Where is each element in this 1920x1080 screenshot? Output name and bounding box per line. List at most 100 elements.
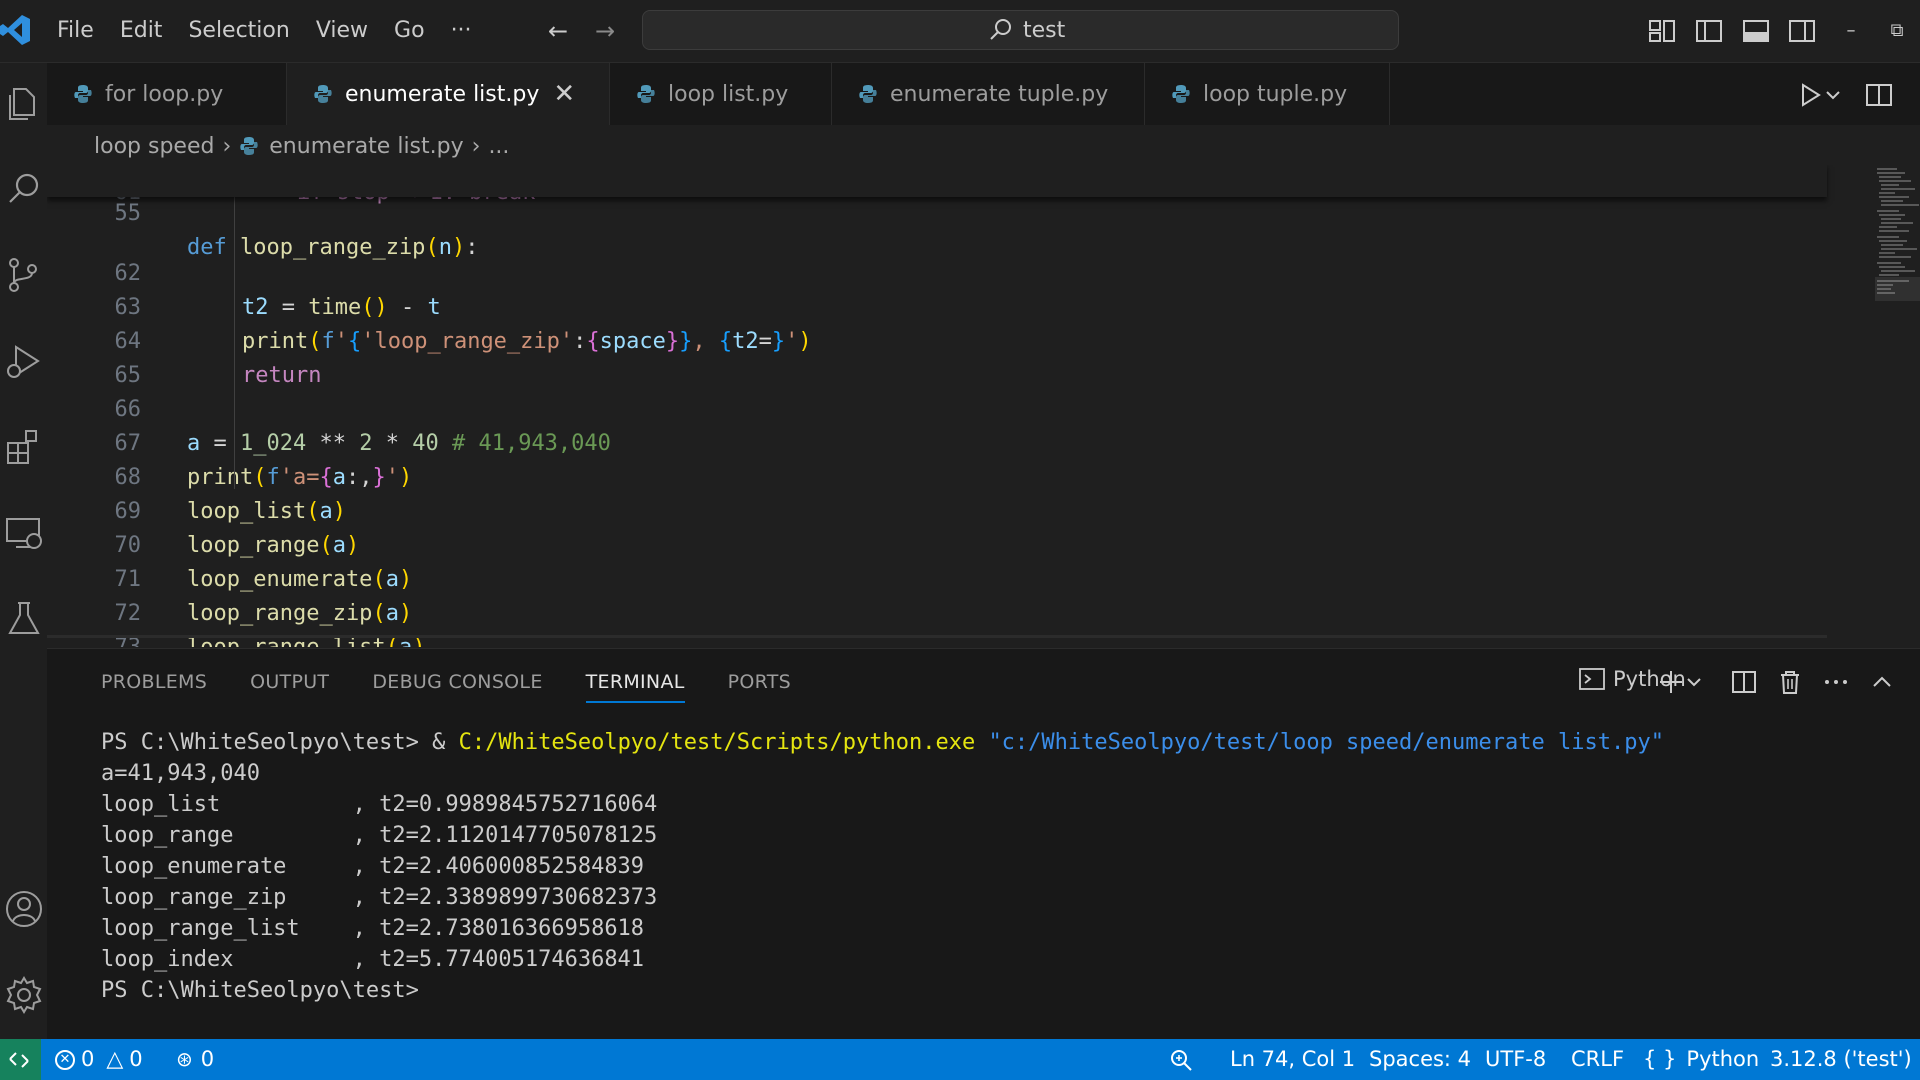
python-interpreter[interactable]: 3.12.8 ('test') (1770, 1039, 1912, 1080)
settings-gear-icon[interactable] (2, 973, 46, 1017)
encoding-status[interactable]: UTF-8 (1485, 1039, 1546, 1080)
source-control-icon[interactable] (2, 253, 46, 297)
python-file-icon (314, 85, 332, 103)
breadcrumb-file[interactable]: enumerate list.py (269, 134, 463, 159)
language-mode[interactable]: { } Python (1643, 1039, 1759, 1080)
tab-debug-console[interactable]: DEBUG CONSOLE (372, 667, 542, 703)
tab-terminal[interactable]: TERMINAL (585, 667, 685, 703)
minimap[interactable] (1875, 165, 1920, 325)
more-actions-icon[interactable] (1821, 667, 1851, 697)
toggle-primary-sidebar-icon[interactable] (1692, 14, 1726, 48)
menu-go[interactable]: Go (381, 0, 438, 62)
code-line: 65 (47, 325, 1827, 388)
cursor-position[interactable]: Ln 74, Col 1 (1230, 1039, 1355, 1080)
zoom-magnifier-icon (1171, 1049, 1192, 1071)
eol-status[interactable]: CRLF (1571, 1039, 1624, 1080)
activity-bar (0, 63, 47, 1039)
command-center-search[interactable]: test (642, 10, 1399, 50)
language-label: Python (1686, 1047, 1760, 1071)
menu-selection[interactable]: Selection (175, 0, 302, 62)
tab-loop-list[interactable]: loop list.py (610, 63, 832, 125)
extensions-icon[interactable] (2, 425, 46, 469)
customize-layout-icon[interactable] (1645, 14, 1679, 48)
toggle-panel-icon[interactable] (1739, 14, 1773, 48)
run-debug-icon[interactable] (2, 339, 46, 383)
indentation-status[interactable]: Spaces: 4 (1369, 1039, 1471, 1080)
remote-indicator[interactable] (0, 1039, 41, 1080)
toggle-secondary-sidebar-icon[interactable] (1785, 14, 1819, 48)
forwarded-ports-status[interactable]: ⊛ 0 (176, 1039, 214, 1080)
panel-tab-bar: PROBLEMS OUTPUT DEBUG CONSOLE TERMINAL P… (101, 667, 834, 707)
testing-icon[interactable] (2, 597, 46, 641)
sticky-scroll-line[interactable]: 55 def loop_range_zip(n): (47, 165, 1827, 260)
command-center-text: test (1023, 18, 1066, 43)
horizontal-scrollbar[interactable] (47, 635, 1827, 638)
tab-enumerate-list[interactable]: enumerate list.py ✕ (287, 63, 610, 125)
minimize-icon[interactable]: – (1836, 14, 1866, 48)
indent-guide (234, 179, 235, 489)
code-line: 68 loop_list(a) (47, 427, 1827, 524)
bottom-panel: PROBLEMS OUTPUT DEBUG CONSOLE TERMINAL P… (47, 648, 1920, 1039)
maximize-panel-chevron-up-icon[interactable] (1867, 667, 1897, 697)
terminal-line: loop_range_zip , t2=2.3389899730682373 (101, 885, 658, 910)
code-line: 66 a = 1_024 ** 2 * 40 # 41,943,040 (47, 359, 1827, 456)
trash-icon[interactable] (1775, 667, 1805, 697)
explorer-icon[interactable] (2, 81, 46, 125)
warning-count: 0 (129, 1047, 143, 1071)
split-terminal-icon[interactable] (1729, 667, 1759, 697)
zoom-icon[interactable] (1168, 1039, 1204, 1080)
status-bar: ✕ 0 △ 0 ⊛ 0 Ln 74, Col 1 Spaces: 4 UTF-8… (0, 1039, 1920, 1080)
vscode-logo-icon (0, 15, 30, 45)
tab-label: loop tuple.py (1203, 81, 1348, 107)
breadcrumb-more[interactable]: ... (488, 134, 509, 159)
tab-output[interactable]: OUTPUT (250, 667, 329, 703)
restore-icon[interactable]: ⧉ (1882, 14, 1912, 48)
broadcast-icon: ⊛ (176, 1047, 193, 1071)
braces-icon: { } (1643, 1047, 1677, 1071)
terminal-prompt: PS C:\WhiteSeolpyo\test> (101, 978, 419, 1003)
code-text: def loop_range_zip(n): (187, 235, 479, 260)
new-terminal-plus-icon[interactable] (1656, 667, 1686, 697)
code-editor[interactable]: 55 def loop_range_zip(n): 61 if stop < 1… (47, 165, 1920, 647)
close-tab-icon[interactable]: ✕ (553, 81, 575, 107)
breadcrumb-folder[interactable]: loop speed (94, 134, 214, 159)
terminal-line: loop_index , t2=5.774005174636841 (101, 947, 645, 972)
menu-more[interactable]: ··· (438, 0, 485, 62)
terminal-line: loop_enumerate , t2=2.406000852584839 (101, 854, 645, 879)
remote-explorer-icon[interactable] (2, 511, 46, 555)
remote-connection-icon (9, 1052, 29, 1068)
split-editor-icon[interactable] (1862, 78, 1896, 112)
tab-for-loop[interactable]: for loop.py (47, 63, 287, 125)
tab-loop-tuple[interactable]: loop tuple.py (1145, 63, 1390, 125)
menu-view[interactable]: View (303, 0, 381, 62)
menu-file[interactable]: File (44, 0, 107, 62)
code-line: 69 loop_range(a) (47, 461, 1827, 558)
tab-ports[interactable]: PORTS (728, 667, 791, 703)
error-count: 0 (81, 1047, 95, 1071)
python-file-icon (1172, 85, 1190, 103)
terminal-line: loop_list , t2=0.9989845752716064 (101, 792, 658, 817)
terminal-output[interactable]: PS C:\WhiteSeolpyo\test> & C:/WhiteSeolp… (101, 727, 1664, 1006)
menu-bar: File Edit Selection View Go ··· (44, 0, 485, 62)
menu-edit[interactable]: Edit (107, 0, 176, 62)
terminal-line: loop_range_list , t2=2.738016366958618 (101, 916, 645, 941)
run-options-chevron-icon[interactable] (1823, 78, 1843, 112)
terminal-icon (1579, 668, 1605, 690)
run-python-file-icon[interactable] (1793, 78, 1827, 112)
code-line: 73 loop_index(a) (47, 597, 1827, 647)
editor-tab-bar: for loop.py enumerate list.py ✕ loop lis… (47, 63, 1920, 125)
accounts-icon[interactable] (2, 887, 46, 931)
error-icon: ✕ (55, 1049, 75, 1070)
search-icon[interactable] (2, 167, 46, 211)
tab-label: for loop.py (105, 81, 224, 107)
forward-arrow-icon[interactable]: → (590, 16, 620, 46)
tab-problems[interactable]: PROBLEMS (101, 667, 207, 703)
problems-status[interactable]: ✕ 0 △ 0 (55, 1039, 143, 1080)
code-line: 67 print(f'a={a:,}') (47, 393, 1827, 490)
tab-enumerate-tuple[interactable]: enumerate tuple.py (832, 63, 1145, 125)
code-line: 64 return (47, 291, 1827, 388)
tab-label: loop list.py (668, 81, 789, 107)
back-arrow-icon[interactable]: ← (543, 16, 573, 46)
chevron-down-icon[interactable] (1685, 667, 1703, 697)
ports-count: 0 (200, 1047, 215, 1071)
